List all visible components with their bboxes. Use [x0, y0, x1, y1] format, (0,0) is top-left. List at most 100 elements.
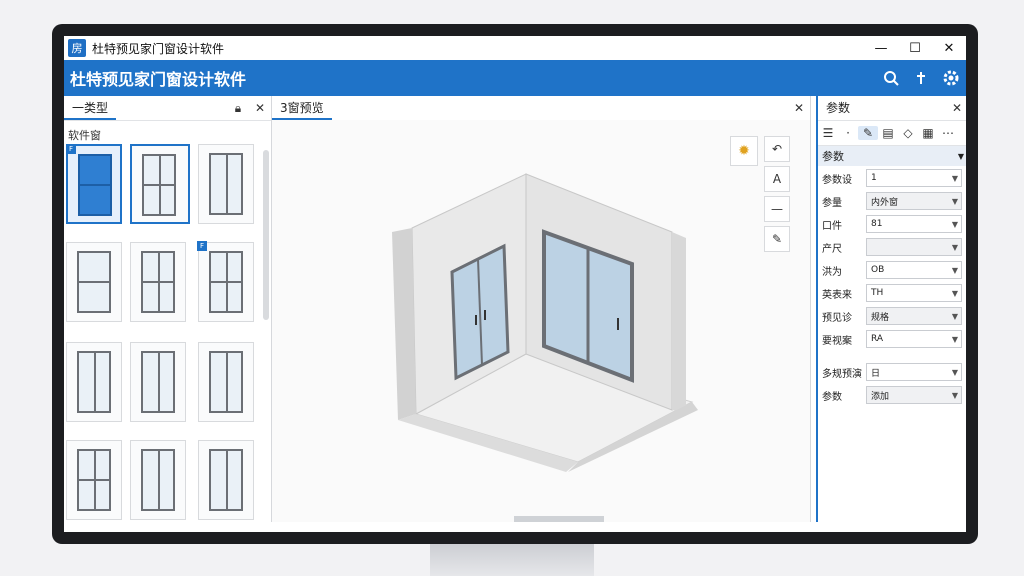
parameter-row: 口件 81 ▼ [818, 213, 966, 235]
lock-icon[interactable]: 🔒︎ [227, 101, 249, 116]
chevron-down-icon: ▼ [951, 288, 958, 298]
panel-close-icon[interactable]: ✕ [788, 101, 810, 115]
search-icon[interactable] [876, 63, 906, 93]
parameters-tab[interactable]: 参数 [818, 96, 858, 120]
viewport-scrollbar[interactable] [514, 516, 604, 522]
door-thumbnail[interactable]: F [66, 144, 122, 224]
parameter-row: 多规预演日 ▼ [818, 361, 966, 383]
parameter-value: 规格 [871, 312, 890, 323]
text-tool-icon[interactable]: A [764, 166, 790, 192]
gear-icon[interactable] [936, 63, 966, 93]
parameter-label: 洪为 [822, 266, 842, 278]
parameter-row: 洪为 OB ▼ [818, 259, 966, 281]
selected-badge-icon: F [197, 241, 207, 251]
grid-icon[interactable]: ▦ [918, 126, 938, 140]
monitor-stand [430, 540, 594, 576]
panel-close-icon[interactable]: ✕ [946, 101, 966, 115]
parameter-select[interactable]: 内外窗 ▼ [866, 192, 962, 210]
app-title: 杜特预见家门窗设计软件 [70, 70, 247, 89]
parameter-select[interactable]: 1 ▼ [866, 169, 962, 187]
maximize-button[interactable]: ☐ [898, 36, 932, 60]
list-icon[interactable]: ☰ [818, 126, 838, 140]
door-library-panel: 一类型 🔒︎ ✕ 软件窗 F F [64, 96, 272, 522]
panel-close-icon[interactable]: ✕ [249, 101, 271, 115]
door-thumbnail[interactable] [130, 440, 186, 520]
door-thumbnail[interactable] [198, 440, 254, 520]
room-3d-model [392, 173, 698, 472]
parameter-label: 产尺 [822, 243, 842, 255]
parameter-rows: 参数设 1 ▼ 参量 内外窗 ▼ 口件 81 ▼ 产尺 ▼ 洪为 OB ▼ 英表来 TH ▼ 预见诊 规格 ▼ 要视案 R… [818, 167, 966, 350]
chevron-down-icon: ▼ [951, 265, 958, 275]
pin-icon[interactable] [906, 63, 936, 93]
parameter-select[interactable]: 81 ▼ [866, 215, 962, 233]
door-thumbnail[interactable] [198, 144, 254, 224]
parameter-label: 英表来 [822, 289, 852, 301]
rotate-tool-icon[interactable]: ↶ [764, 136, 790, 162]
parameter-row: 参数设 1 ▼ [818, 167, 966, 189]
parameters-toolbar: ☰ · ✎ ▤ ◇ ▦ ⋯ [818, 121, 966, 146]
door-thumbnail[interactable] [130, 242, 186, 322]
chevron-down-icon: ▼ [951, 196, 958, 206]
chevron-down-icon: ▼ [957, 151, 964, 161]
lighting-tool-button[interactable]: ✹ [730, 136, 758, 166]
more-icon[interactable]: ⋯ [938, 126, 958, 140]
window-title: 杜特预见家门窗设计软件 [92, 41, 225, 56]
library-tab[interactable]: 一类型 [64, 96, 117, 120]
chevron-down-icon: ▼ [951, 311, 958, 321]
parameter-value: 日 [871, 368, 881, 379]
parameter-select[interactable]: TH ▼ [866, 284, 962, 302]
parameters-section-header[interactable]: 参数 ▼ [818, 146, 966, 166]
parameter-label: 参数 [822, 391, 842, 403]
door-thumbnail[interactable] [66, 342, 122, 422]
parameter-label: 要视案 [822, 335, 852, 347]
preview-panel-header: 3窗预览 ✕ [272, 96, 810, 121]
parameter-select[interactable]: 日 ▼ [866, 363, 962, 381]
door-thumbnail[interactable] [66, 242, 122, 322]
line-tool-icon[interactable]: — [764, 196, 790, 222]
door-thumbnail[interactable] [198, 342, 254, 422]
door-thumbnail[interactable] [130, 144, 190, 224]
parameter-row: 参量 内外窗 ▼ [818, 190, 966, 212]
paint-tool-icon[interactable]: ✎ [764, 226, 790, 252]
parameter-select[interactable]: RA ▼ [866, 330, 962, 348]
chevron-down-icon: ▼ [951, 367, 958, 377]
parameter-select[interactable]: ▼ [866, 238, 962, 256]
chevron-down-icon: ▼ [951, 334, 958, 344]
preview-tab[interactable]: 3窗预览 [272, 96, 332, 120]
parameter-select[interactable]: OB ▼ [866, 261, 962, 279]
parameter-value: 81 [871, 219, 883, 229]
parameter-rows-extra: 多规预演日 ▼ 参数 添加 ▼ [818, 361, 966, 406]
library-scrollbar[interactable] [263, 150, 269, 320]
monitor-frame: 房 杜特预见家门窗设计软件 — ☐ ✕ 杜特预见家门窗设计软件 一类型 🔒︎ ✕… [52, 24, 978, 544]
door-thumbnail[interactable]: F [197, 241, 254, 322]
close-button[interactable]: ✕ [932, 36, 966, 60]
selected-badge-icon: F [66, 144, 76, 154]
edit-icon[interactable]: ✎ [858, 126, 878, 140]
parameter-value: OB [871, 265, 885, 275]
chevron-down-icon: ▼ [951, 173, 958, 183]
parameter-label: 参数设 [822, 174, 852, 186]
parameter-row: 产尺 ▼ [818, 236, 966, 258]
parameter-value: RA [871, 334, 884, 344]
library-panel-header: 一类型 🔒︎ ✕ [64, 96, 271, 121]
viewport-toolbar: ↶ A — ✎ [764, 136, 790, 256]
section-title: 参数 [822, 150, 844, 163]
parameter-label: 预见诊 [822, 312, 852, 324]
window-titlebar: 房 杜特预见家门窗设计软件 — ☐ ✕ [64, 36, 966, 60]
dot-icon[interactable]: · [838, 126, 858, 140]
3d-viewport[interactable]: ✹ ↶ A — ✎ [272, 120, 810, 522]
preview-panel: 3窗预览 ✕ ✹ ↶ A — ✎ [272, 96, 811, 522]
parameter-select[interactable]: 规格 ▼ [866, 307, 962, 325]
parameter-value: 添加 [871, 391, 890, 402]
door-thumbnail[interactable] [130, 342, 186, 422]
minimize-button[interactable]: — [864, 36, 898, 60]
chevron-down-icon: ▼ [951, 390, 958, 400]
chevron-down-icon: ▼ [951, 219, 958, 229]
parameter-label: 参量 [822, 197, 842, 209]
app-logo-icon: 房 [68, 39, 86, 57]
parameters-panel-header: 参数 ✕ [818, 96, 966, 121]
parameter-select[interactable]: 添加 ▼ [866, 386, 962, 404]
shape-icon[interactable]: ◇ [898, 126, 918, 140]
door-thumbnail[interactable] [66, 440, 122, 520]
document-icon[interactable]: ▤ [878, 126, 898, 140]
